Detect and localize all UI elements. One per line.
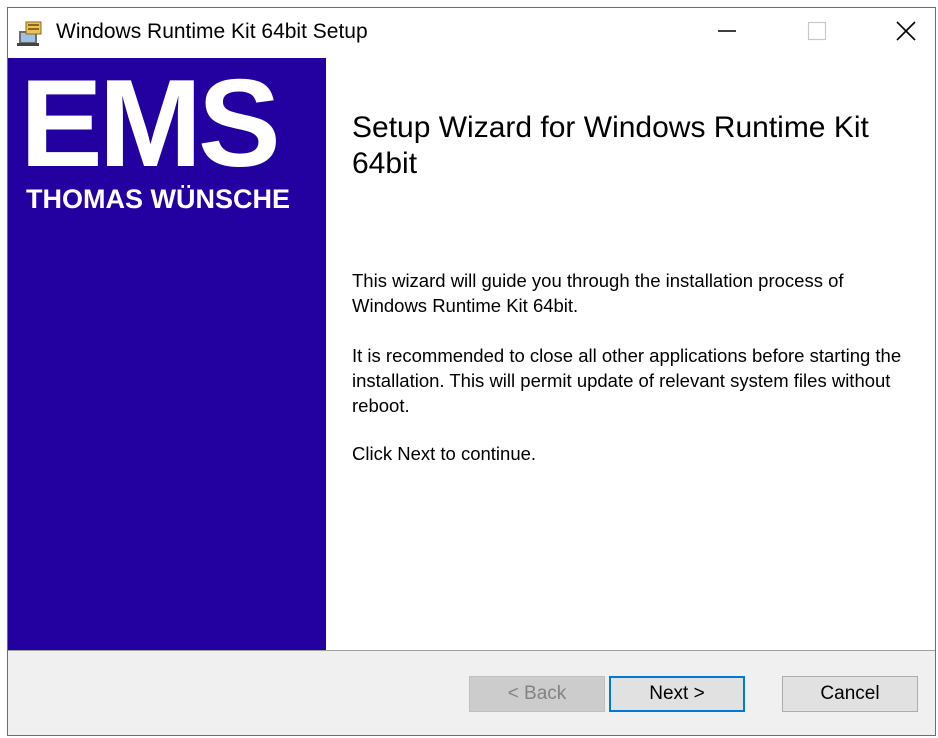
ems-logo-subtitle: THOMAS WÜNSCHE	[26, 184, 290, 214]
title-bar[interactable]: Windows Runtime Kit 64bit Setup	[8, 8, 935, 58]
wizard-banner: EMS THOMAS WÜNSCHE	[8, 58, 326, 650]
button-bar: < Back Next > Cancel	[8, 651, 935, 735]
back-button: < Back	[469, 676, 605, 712]
installer-icon	[16, 19, 44, 47]
next-button[interactable]: Next >	[609, 676, 745, 712]
cancel-button[interactable]: Cancel	[782, 676, 918, 712]
continue-instruction: Click Next to continue.	[352, 443, 537, 464]
recommendation-paragraph: It is recommended to close all other app…	[352, 345, 902, 416]
wizard-content: Setup Wizard for Windows Runtime Kit 64b…	[326, 58, 935, 650]
close-icon	[895, 20, 917, 47]
window-title: Windows Runtime Kit 64bit Setup	[56, 20, 368, 43]
close-button[interactable]	[860, 8, 935, 58]
minimize-button[interactable]	[681, 8, 773, 58]
minimize-icon	[717, 21, 737, 46]
maximize-icon	[807, 21, 827, 46]
maximize-button	[771, 8, 863, 58]
page-title: Setup Wizard for Windows Runtime Kit 64b…	[352, 111, 869, 180]
ems-logo: EMS	[20, 55, 281, 193]
intro-paragraph: This wizard will guide you through the i…	[352, 270, 844, 316]
setup-window: Windows Runtime Kit 64bit Setup EMS THOM…	[7, 7, 936, 736]
